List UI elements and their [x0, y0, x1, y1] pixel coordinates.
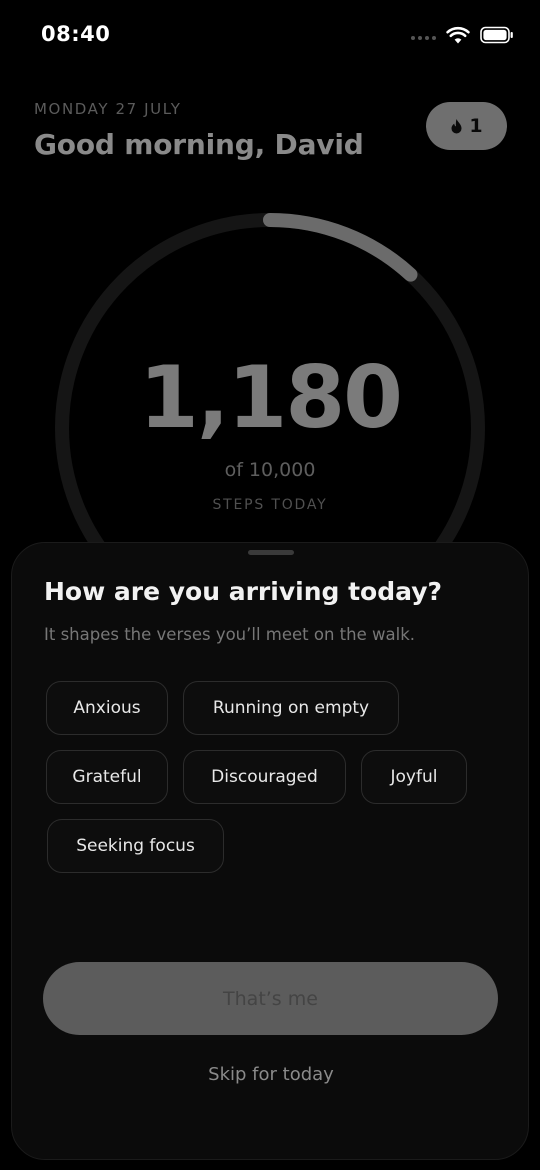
mood-chip-anxious[interactable]: Anxious [46, 681, 168, 735]
mood-chip-seeking-focus[interactable]: Seeking focus [47, 819, 224, 873]
steps-goal: of 10,000 [224, 459, 316, 481]
confirm-mood-button[interactable]: That’s me [43, 962, 498, 1035]
mood-chip-running-on-empty[interactable]: Running on empty [183, 681, 399, 735]
steps-count: 1,180 [138, 348, 403, 448]
battery-icon [480, 26, 513, 44]
status-icons [411, 24, 514, 46]
flame-icon [451, 118, 462, 133]
mood-chip-joyful[interactable]: Joyful [361, 750, 467, 804]
wifi-icon [446, 26, 470, 44]
mood-chip-discouraged[interactable]: Discouraged [183, 750, 346, 804]
skip-link[interactable]: Skip for today [12, 1064, 530, 1085]
steps-caption: STEPS TODAY [212, 497, 328, 513]
status-bar: 08:40 [0, 0, 540, 70]
date-label: MONDAY 27 JULY [34, 100, 182, 118]
cellular-dots-icon [411, 36, 436, 40]
streak-badge[interactable]: 1 [426, 102, 507, 150]
mood-chip-grateful[interactable]: Grateful [46, 750, 168, 804]
status-time: 08:40 [41, 22, 111, 46]
streak-count: 1 [469, 115, 483, 137]
sheet-subtitle: It shapes the verses you’ll meet on the … [44, 625, 416, 644]
mood-bottom-sheet: How are you arriving today? It shapes th… [11, 542, 529, 1160]
sheet-title: How are you arriving today? [44, 577, 443, 606]
sheet-grabber[interactable] [248, 550, 294, 555]
greeting-heading: Good morning, David [34, 128, 364, 161]
